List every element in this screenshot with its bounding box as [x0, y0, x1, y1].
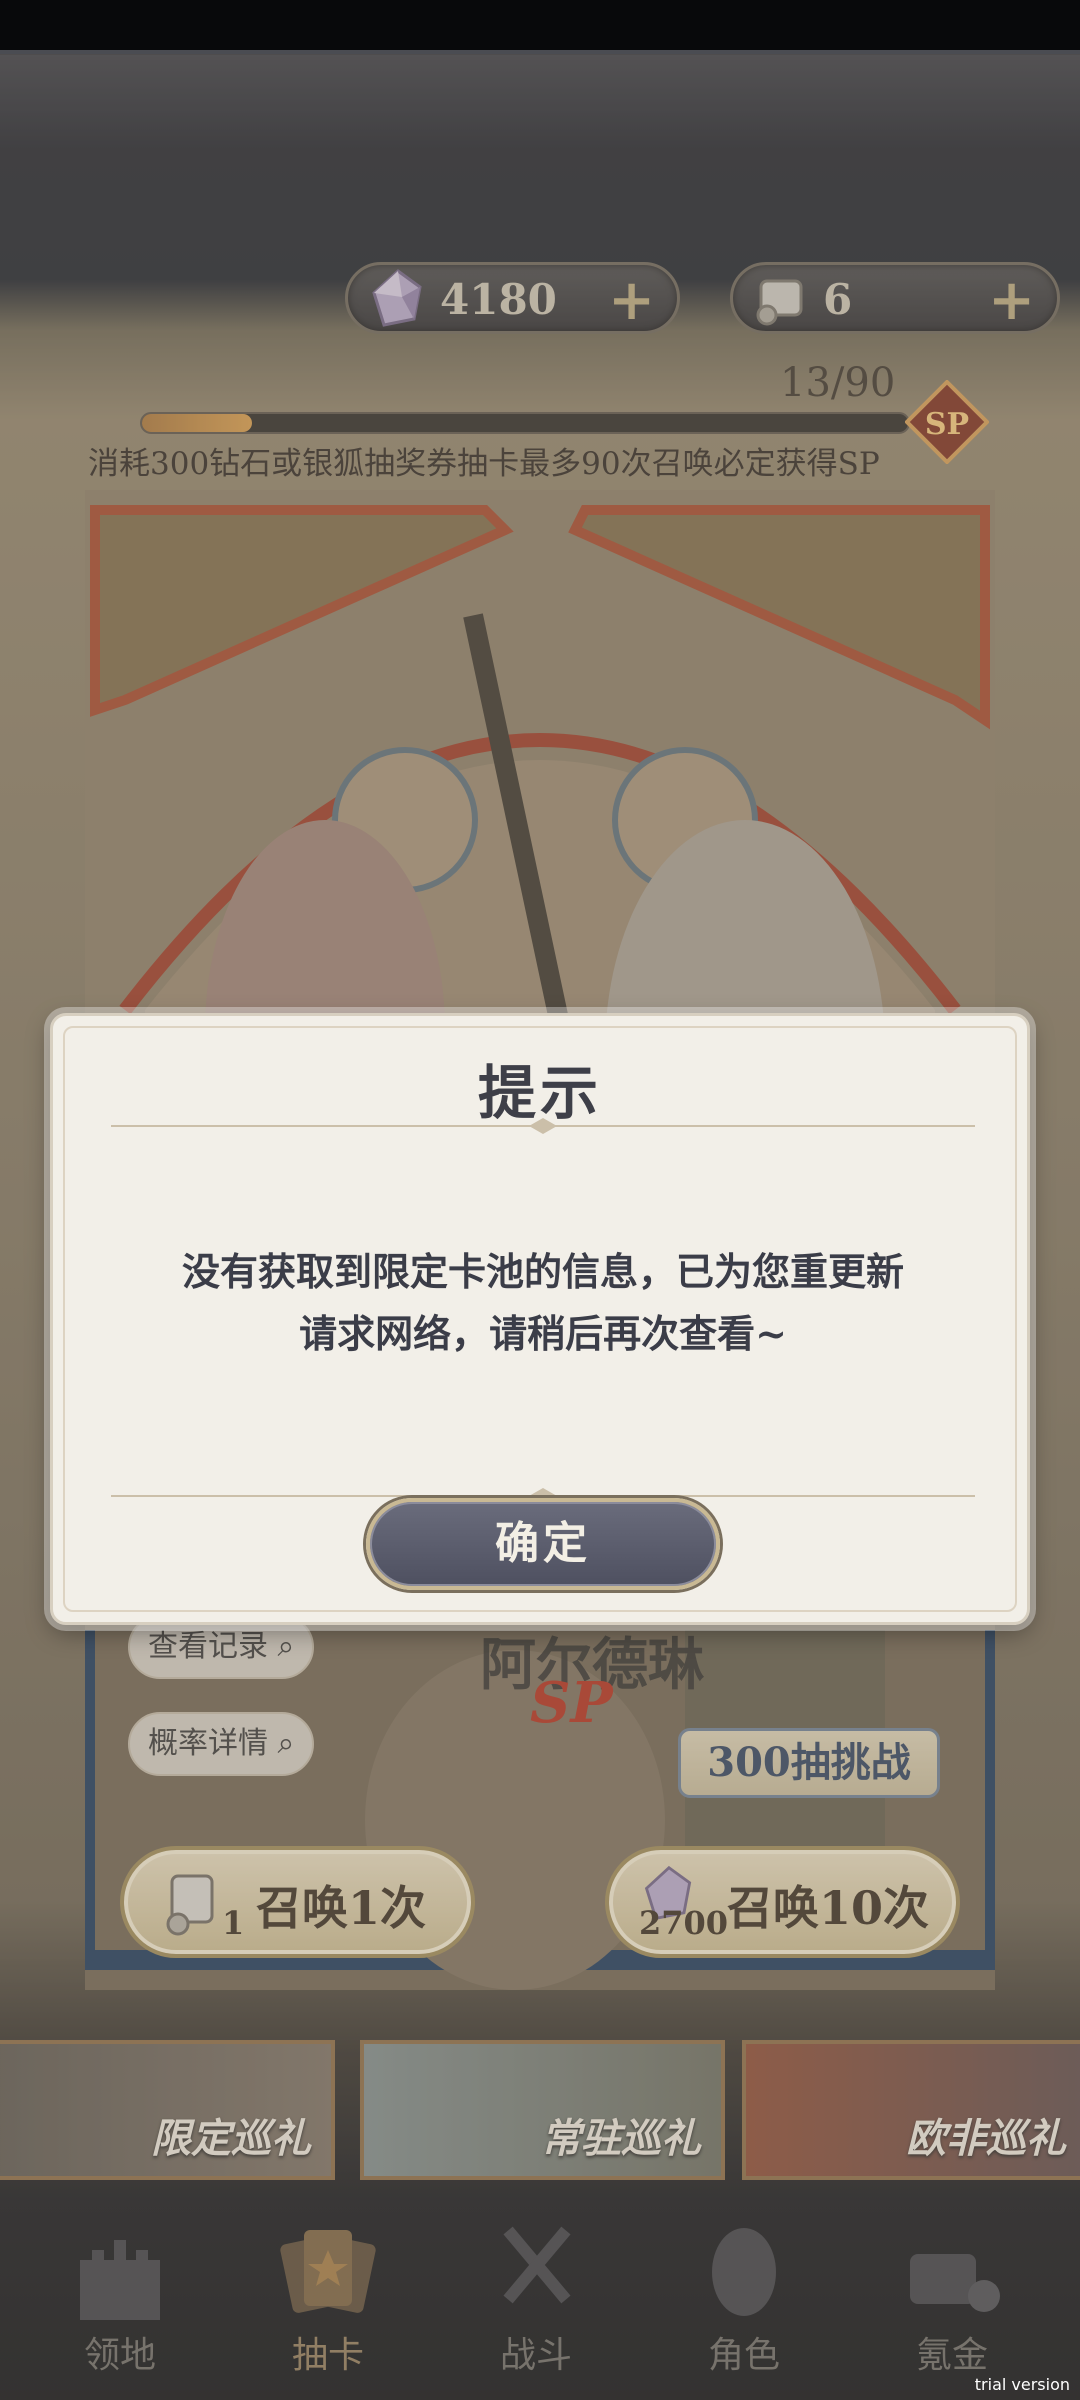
status-bar [0, 0, 1080, 54]
notice-dialog: 提示 没有获取到限定卡池的信息，已为您重更新 请求网络，请稍后再次查看~ 确定 [50, 1013, 1030, 1625]
dialog-message: 没有获取到限定卡池的信息，已为您重更新 请求网络，请稍后再次查看~ [113, 1241, 973, 1365]
confirm-button[interactable]: 确定 [366, 1498, 720, 1590]
dialog-message-line: 请求网络，请稍后再次查看~ [299, 1311, 787, 1356]
ornament-divider [111, 1118, 975, 1134]
trial-watermark: trial version [974, 2375, 1070, 2394]
dialog-message-line: 没有获取到限定卡池的信息，已为您重更新 [181, 1249, 904, 1294]
